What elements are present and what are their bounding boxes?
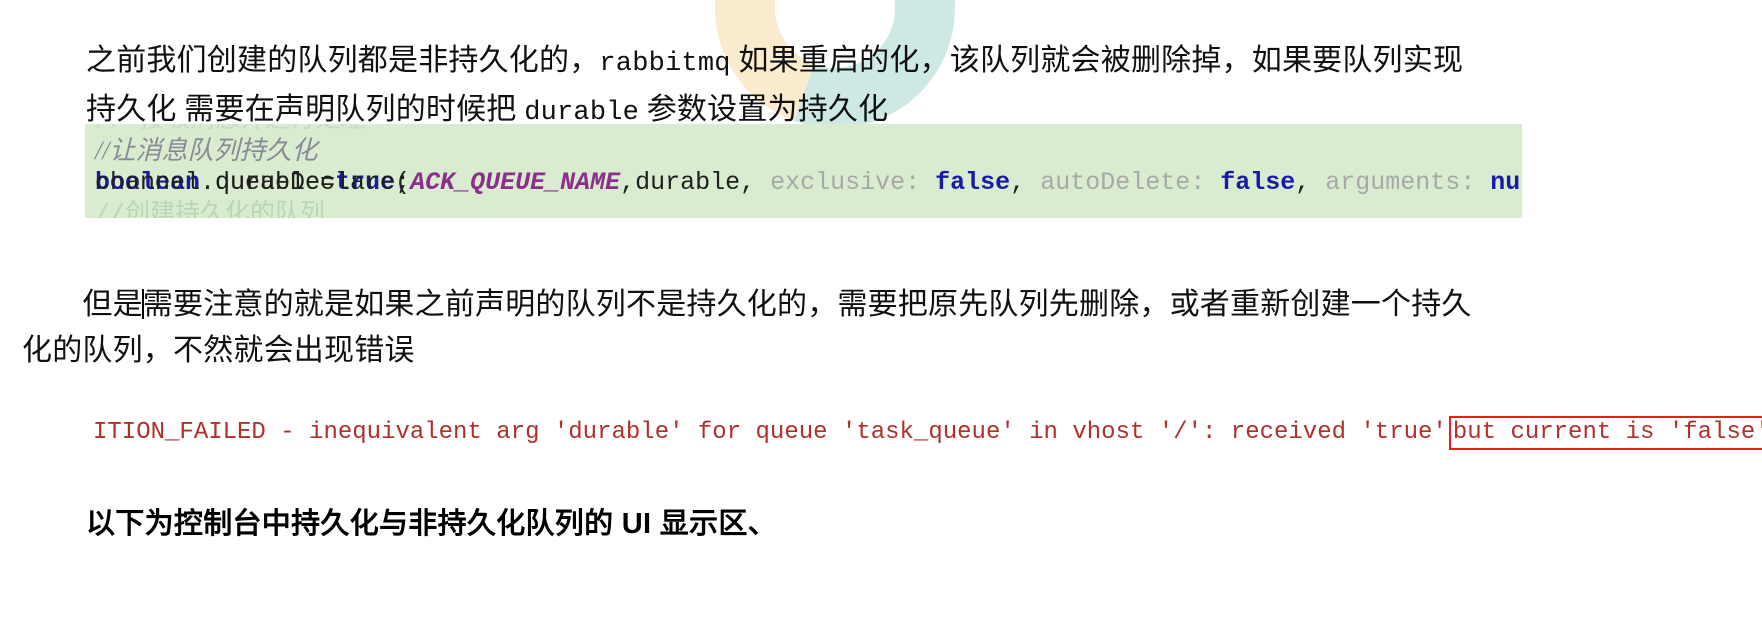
- code-block: // 接收消息并进行处理 //让消息队列持久化 boolean durable=…: [85, 124, 1522, 218]
- intro-text-part-4: 参数设置为持久化: [639, 93, 889, 126]
- code-token-literal-false-exclusive: false: [935, 168, 1011, 197]
- code-token-literal-false-autodelete: false: [1220, 168, 1296, 197]
- code-line-comment: //让消息队列持久化: [95, 136, 317, 168]
- note-text-before-caret: 但是: [22, 288, 143, 321]
- code-token-clipped-bottom: //创建持久化的队列: [95, 200, 326, 218]
- code-token-hint-autodelete: autoDelete:: [1040, 168, 1221, 197]
- error-text-before-highlight: ITION_FAILED - inequivalent arg 'durable…: [93, 419, 1447, 446]
- code-token-const-ack-queue-name: ACK_QUEUE_NAME: [410, 168, 621, 197]
- closing-heading: 以下为控制台中持久化与非持久化队列的 UI 显示区、: [86, 508, 777, 540]
- code-token-comment: //让消息队列持久化: [95, 136, 318, 165]
- code-token-hint-exclusive: exclusive:: [770, 168, 936, 197]
- code-token-clipped-top: // 接收消息并进行处理: [95, 124, 365, 135]
- code-token-comma-1: ,: [1010, 168, 1041, 197]
- console-error-line: ITION_FAILED - inequivalent arg 'durable…: [93, 416, 1762, 450]
- code-token-literal-null: null: [1490, 168, 1522, 197]
- code-line-queue-declare: channel.queueDeclare(ACK_QUEUE_NAME,dura…: [95, 168, 1522, 198]
- error-highlight-box: but current is 'false': [1448, 416, 1762, 450]
- code-line-clipped-top: // 接收消息并进行处理: [95, 124, 365, 136]
- code-token-call-queuedeclare: channel.queueDeclare(: [95, 168, 411, 197]
- note-text-after-caret: 需要注意的就是如果之前声明的队列不是持久化的，需要把原先队列先删除，或者重新创建…: [22, 288, 1472, 367]
- code-line-clipped-bottom: //创建持久化的队列: [95, 200, 325, 218]
- code-token-comma-2: ,: [1295, 168, 1326, 197]
- intro-code-rabbitmq: rabbitmq: [599, 49, 731, 79]
- intro-text-part-1: 之前我们创建的队列都是非持久化的，: [86, 44, 600, 77]
- document-page: 之前我们创建的队列都是非持久化的，rabbitmq 如果重启的化，该队列就会被删…: [0, 0, 1762, 626]
- intro-text-part-2: 如果重启的化，该队列就会被删除掉，如果: [730, 44, 1313, 77]
- code-token-arg-durable: ,durable,: [620, 168, 771, 197]
- note-paragraph: 但是需要注意的就是如果之前声明的队列不是持久化的，需要把原先队列先删除，或者重新…: [22, 282, 1482, 374]
- code-token-hint-arguments: arguments:: [1325, 168, 1491, 197]
- intro-paragraph: 之前我们创建的队列都是非持久化的，rabbitmq 如果重启的化，该队列就会被删…: [86, 38, 1486, 136]
